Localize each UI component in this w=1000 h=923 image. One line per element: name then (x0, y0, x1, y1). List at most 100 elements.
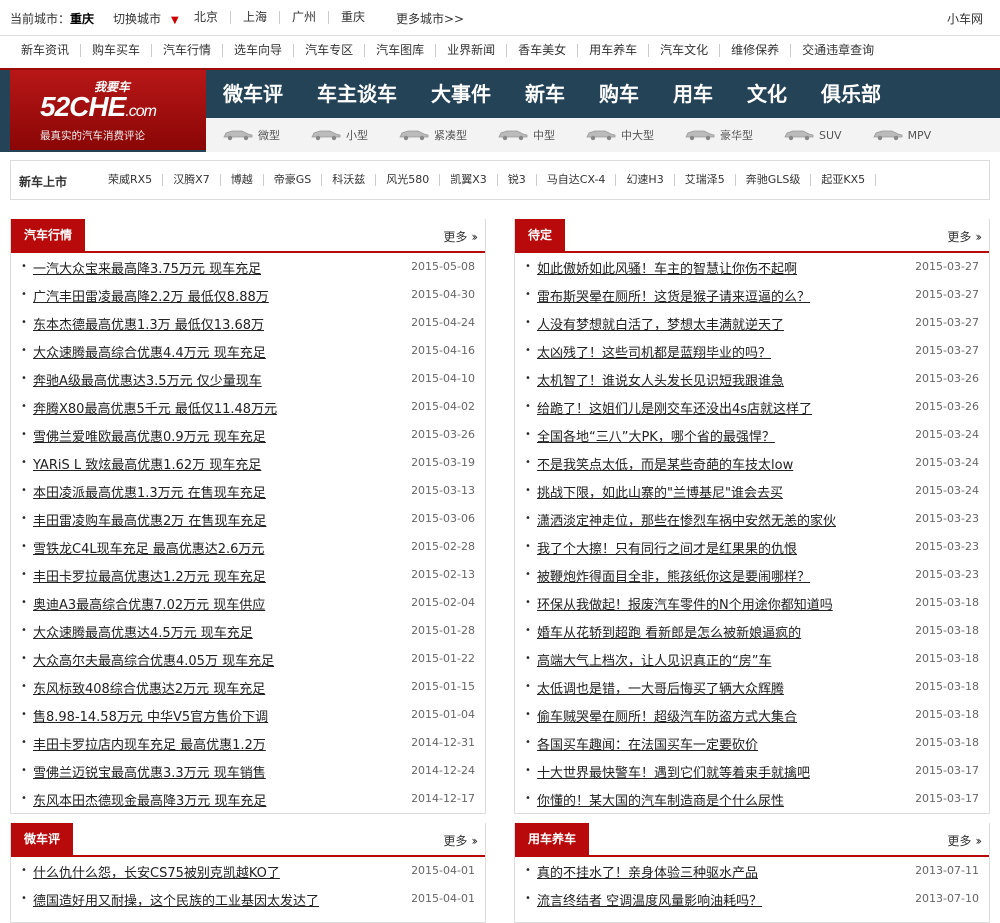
panel-title[interactable]: 用车养车 (515, 823, 590, 855)
news-link[interactable]: 售8.98-14.58万元 中华V5官方售价下调 (33, 706, 268, 725)
new-car-link[interactable]: 马自达CX-4 (537, 174, 617, 186)
city-link[interactable]: 广州 (280, 11, 330, 24)
main-nav-item[interactable]: 交通违章查询 (791, 44, 885, 57)
new-car-link[interactable]: 帝豪GS (264, 174, 323, 186)
news-link[interactable]: 流言终结者 空调温度风量影响油耗吗？ (537, 890, 762, 909)
news-link[interactable]: 给跪了！这姐们儿是刚交车还没出4s店就这样了 (537, 398, 812, 417)
news-link[interactable]: 太凶残了！这些司机都是蓝翔毕业的吗？ (537, 342, 771, 361)
car-type-item[interactable]: 微型 (222, 127, 280, 144)
new-car-link[interactable]: 汉腾X7 (163, 174, 221, 186)
news-link[interactable]: 大众速腾最高综合优惠4.4万元 现车充足 (33, 342, 266, 361)
news-link[interactable]: 偷车贼哭晕在厕所！超级汽车防盗方式大集合 (537, 706, 797, 725)
switch-city-dropdown[interactable]: 切换城市 ▼ (113, 10, 179, 27)
news-link[interactable]: 德国造好用又耐操，这个民族的工业基因太发达了 (33, 890, 319, 909)
main-nav-item[interactable]: 汽车图库 (365, 44, 437, 57)
car-type-item[interactable]: MPV (872, 127, 931, 144)
more-link[interactable]: 更多 ›› (443, 832, 477, 849)
news-link[interactable]: 被鞭炮炸得面目全非，熊孩纸你这是要闹哪样？ (537, 566, 810, 585)
news-link[interactable]: 太机智了！谁说女人头发长见识短我跟谁急 (537, 370, 784, 389)
news-link[interactable]: 如此傲娇如此风骚！车主的智慧让你伤不起啊 (537, 258, 797, 277)
new-car-link[interactable]: 锐3 (498, 174, 537, 186)
news-link[interactable]: 太低调也是错，一大哥后悔买了辆大众辉腾 (537, 678, 784, 697)
news-link[interactable]: 什么仇什么怨，长安CS75被别克凯越KO了 (33, 862, 280, 881)
panel-title[interactable]: 待定 (515, 219, 566, 251)
car-type-item[interactable]: 豪华型 (684, 127, 753, 144)
news-link[interactable]: 环保从我做起！报废汽车零件的N个用途你都知道吗 (537, 594, 833, 613)
category-nav-item[interactable]: 大事件 (414, 78, 508, 107)
new-car-link[interactable]: 艾瑞泽5 (675, 174, 736, 186)
news-link[interactable]: 奔腾X80最高优惠5千元 最低仅11.48万元 (33, 398, 277, 417)
news-link[interactable]: 东风标致408综合优惠达2万元 现车充足 (33, 678, 265, 697)
news-link[interactable]: 各国买车趣闻：在法国买车一定要砍价 (537, 734, 758, 753)
more-link[interactable]: 更多 ›› (947, 832, 981, 849)
category-nav-item[interactable]: 用车 (656, 78, 730, 107)
car-type-item[interactable]: 紧凑型 (398, 127, 467, 144)
news-link[interactable]: 你懂的！某大国的汽车制造商是个什么尿性 (537, 790, 784, 809)
city-link[interactable]: 北京 (190, 11, 232, 24)
city-link[interactable]: 上海 (231, 11, 281, 24)
news-link[interactable]: 真的不挂水了！亲身体验三种驱水产品 (537, 862, 758, 881)
category-nav-item[interactable]: 购车 (582, 78, 656, 107)
main-nav-item[interactable]: 香车美女 (507, 44, 579, 57)
news-link[interactable]: 挑战下限，如此山寨的"兰博基尼"谁会去买 (537, 482, 783, 501)
new-car-link[interactable]: 博越 (221, 174, 264, 186)
car-type-item[interactable]: SUV (783, 127, 842, 144)
category-nav-item[interactable]: 俱乐部 (804, 78, 898, 107)
news-link[interactable]: 丰田卡罗拉最高优惠达1.2万元 现车充足 (33, 566, 266, 585)
main-nav-item[interactable]: 汽车专区 (294, 44, 366, 57)
panel-title[interactable]: 汽车行情 (11, 219, 86, 251)
category-nav-item[interactable]: 车主谈车 (300, 78, 414, 107)
main-nav-item[interactable]: 汽车行情 (152, 44, 224, 57)
news-link[interactable]: 大众速腾最高优惠达4.5万元 现车充足 (33, 622, 253, 641)
news-link[interactable]: 一汽大众宝来最高降3.75万元 现车充足 (33, 258, 261, 277)
more-cities-link[interactable]: 更多城市>> (396, 10, 464, 27)
main-nav-item[interactable]: 业界新闻 (436, 44, 508, 57)
car-type-item[interactable]: 小型 (310, 127, 368, 144)
category-nav-item[interactable]: 新车 (508, 78, 582, 107)
new-car-link[interactable]: 荣威RX5 (98, 174, 164, 186)
logo[interactable]: 我要车 52CHE.com 最真实的汽车消费评论 (10, 70, 206, 150)
news-link[interactable]: 雪铁龙C4L现车充足 最高优惠达2.6万元 (33, 538, 264, 557)
news-link[interactable]: 人没有梦想就白活了，梦想太丰满就逆天了 (537, 314, 784, 333)
news-link[interactable]: 高端大气上档次，让人见识真正的“房”车 (537, 650, 771, 669)
news-link[interactable]: 本田凌派最高优惠1.3万元 在售现车充足 (33, 482, 266, 501)
car-type-item[interactable]: 中大型 (585, 127, 654, 144)
more-link[interactable]: 更多 ›› (947, 228, 981, 245)
more-link[interactable]: 更多 ›› (443, 228, 477, 245)
city-link[interactable]: 重庆 (329, 11, 377, 24)
news-link[interactable]: 潇洒淡定神走位，那些在惨烈车祸中安然无恙的家伙 (537, 510, 836, 529)
category-nav-item[interactable]: 文化 (730, 78, 804, 107)
news-link[interactable]: 不是我笑点太低，而是某些奇葩的车技太low (537, 454, 793, 473)
new-car-link[interactable]: 凯翼X3 (440, 174, 498, 186)
news-link[interactable]: 东风本田杰德现金最高降3万元 现车充足 (33, 790, 266, 809)
news-link[interactable]: YARiS L 致炫最高优惠1.62万 现车充足 (33, 454, 261, 473)
main-nav-item[interactable]: 用车养车 (578, 44, 650, 57)
news-link[interactable]: 广汽丰田雷凌最高降2.2万 最低仅8.88万 (33, 286, 269, 305)
news-link[interactable]: 丰田卡罗拉店内现车充足 最高优惠1.2万 (33, 734, 266, 753)
main-nav-item[interactable]: 汽车文化 (649, 44, 721, 57)
new-car-link[interactable]: 风光580 (376, 174, 441, 186)
news-link[interactable]: 大众高尔夫最高综合优惠4.05万 现车充足 (33, 650, 274, 669)
panel-title[interactable]: 微车评 (11, 823, 74, 855)
news-link[interactable]: 我了个大擦！只有同行之间才是红果果的仇恨 (537, 538, 797, 557)
main-nav-item[interactable]: 选车向导 (223, 44, 295, 57)
news-link[interactable]: 雪佛兰迈锐宝最高优惠3.3万元 现车销售 (33, 762, 266, 781)
news-link[interactable]: 东本杰德最高优惠1.3万 最低仅13.68万 (33, 314, 264, 333)
news-link[interactable]: 奔驰A级最高优惠达3.5万元 仅少量现车 (33, 370, 262, 389)
car-type-item[interactable]: 中型 (497, 127, 555, 144)
news-link[interactable]: 雪佛兰爱唯欧最高优惠0.9万元 现车充足 (33, 426, 266, 445)
new-car-link[interactable]: 奔驰GLS级 (736, 174, 812, 186)
category-nav-item[interactable]: 微车评 (206, 78, 300, 107)
news-link[interactable]: 雷布斯哭晕在厕所！这货是猴子请来逗逼的么？ (537, 286, 810, 305)
main-nav-item[interactable]: 维修保养 (720, 44, 792, 57)
new-car-link[interactable]: 幻速H3 (616, 174, 675, 186)
news-link[interactable]: 十大世界最快警车！遇到它们就等着束手就擒吧 (537, 762, 810, 781)
site-name-link[interactable]: 小车网 (947, 10, 983, 27)
main-nav-item[interactable]: 新车资讯 (10, 44, 82, 57)
news-link[interactable]: 奥迪A3最高综合优惠7.02万元 现车供应 (33, 594, 265, 613)
news-link[interactable]: 全国各地“三八”大PK，哪个省的最强悍？ (537, 426, 775, 445)
new-car-link[interactable]: 科沃兹 (322, 174, 377, 186)
news-link[interactable]: 婚车从花轿到超跑 看新郎是怎么被新娘逼疯的 (537, 622, 801, 641)
main-nav-item[interactable]: 购车买车 (81, 44, 153, 57)
news-link[interactable]: 丰田雷凌购车最高优惠2万 在售现车充足 (33, 510, 266, 529)
